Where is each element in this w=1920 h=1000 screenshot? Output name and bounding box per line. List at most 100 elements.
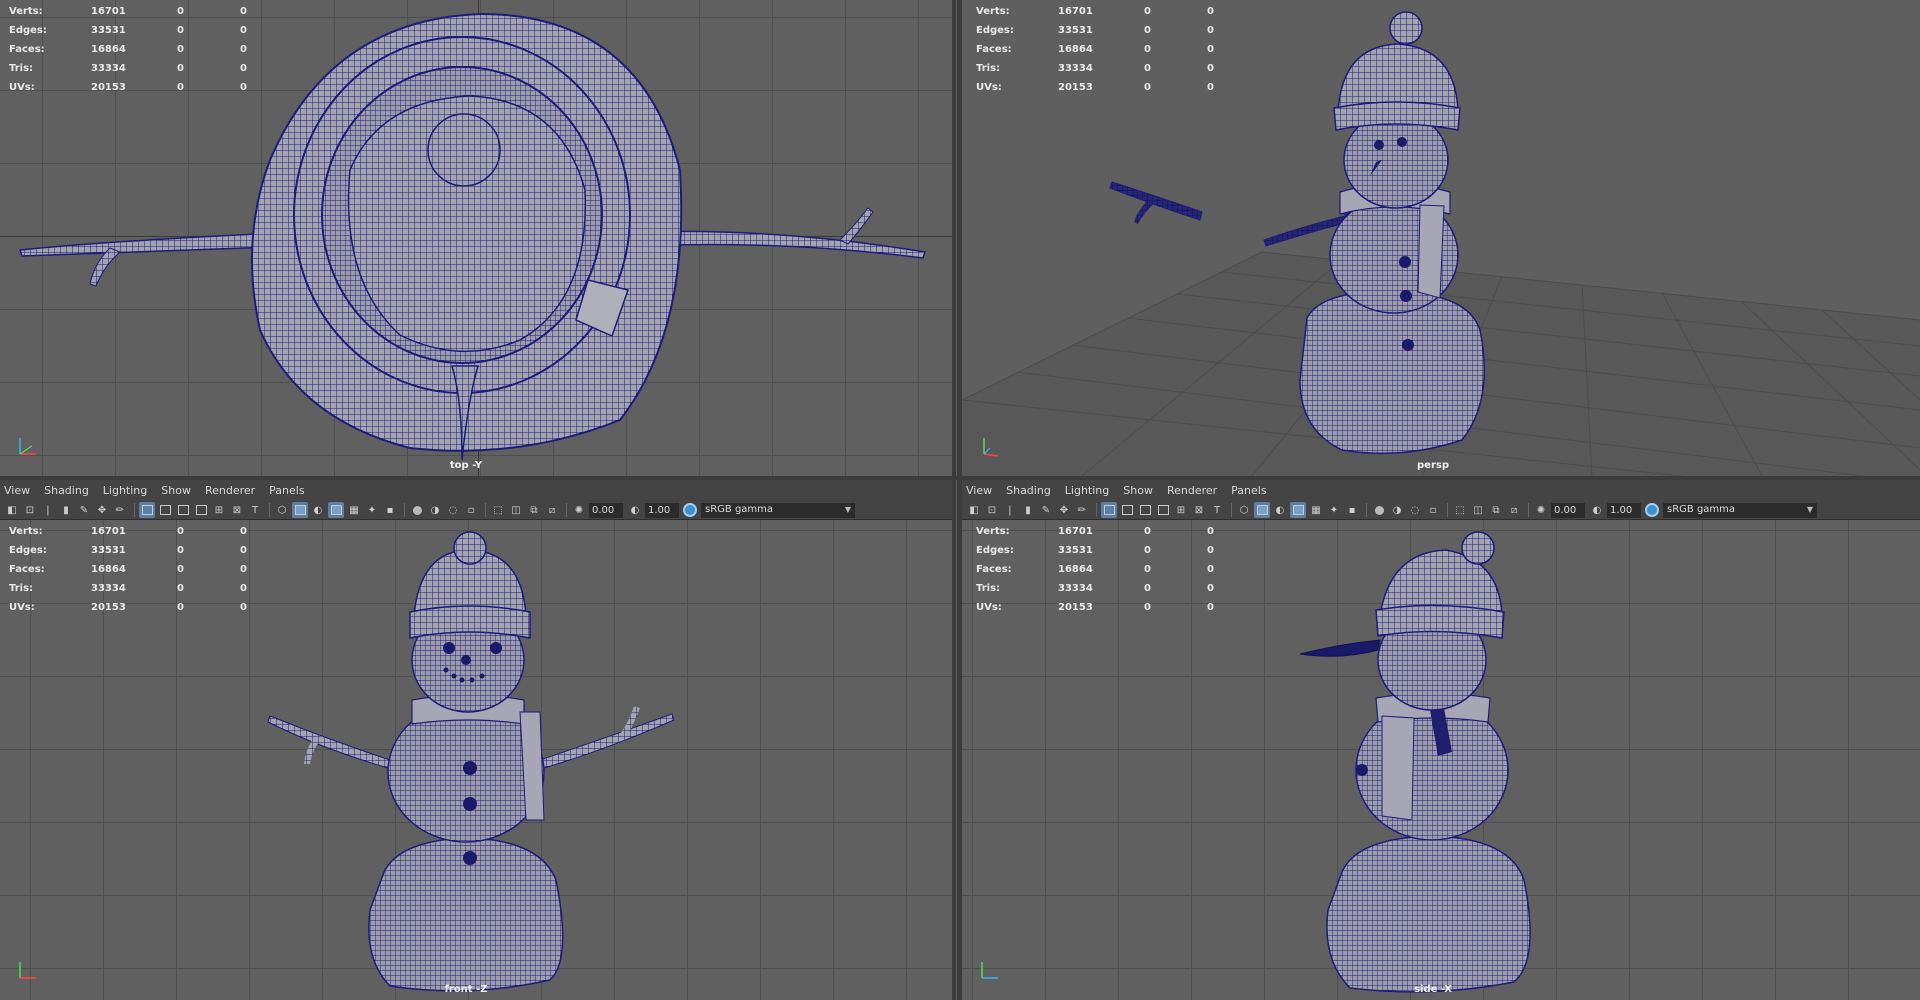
- safe-title-icon[interactable]: T: [247, 502, 263, 518]
- gate-mask-icon[interactable]: [1155, 502, 1171, 518]
- menu-lighting[interactable]: Lighting: [103, 484, 147, 497]
- menu-show[interactable]: Show: [161, 484, 191, 497]
- xray-joints-icon[interactable]: ⧉: [526, 502, 542, 518]
- smooth-shade-icon[interactable]: [292, 502, 308, 518]
- multisample-aa-icon[interactable]: ◌: [445, 502, 461, 518]
- xray-joints-icon[interactable]: ⧉: [1488, 502, 1504, 518]
- panel-toolbar-side: View Shading Lighting Show Renderer Pane…: [962, 480, 1920, 520]
- menu-view[interactable]: View: [966, 484, 992, 497]
- motion-blur-icon[interactable]: ◑: [427, 502, 443, 518]
- lights-icon[interactable]: ✦: [1326, 502, 1342, 518]
- color-management-icon[interactable]: [683, 503, 697, 517]
- menu-shading[interactable]: Shading: [1006, 484, 1051, 497]
- motion-blur-icon[interactable]: ◑: [1389, 502, 1405, 518]
- image-plane-icon[interactable]: ▮: [58, 502, 74, 518]
- viewport-persp[interactable]: Verts: 16701 0 0 Edges: 33531 0 0 Faces: 16864 0…: [962, 0, 1920, 476]
- grease-pencil-icon[interactable]: ✎: [76, 502, 92, 518]
- viewport-front[interactable]: Verts: 16701 0 0 Edges: 33531 0 0 Faces: 16864 0…: [0, 520, 952, 1000]
- viewport-side[interactable]: Verts: 16701 0 0 Edges: 33531 0 0 Faces: 16864 0…: [962, 520, 1920, 1000]
- default-material-icon[interactable]: ◐: [310, 502, 326, 518]
- panel-icon-bar: ◧ ⊡ ❘ ▮ ✎ ✥ ✏ ⊞ ⊠ T ⬡ ◐ ▦ ✦ ▪ ◑ ◌ ▫ ⬚ ◫ …: [962, 500, 1920, 520]
- xray-icon[interactable]: ◫: [1470, 502, 1486, 518]
- exposure-icon[interactable]: ✺: [571, 502, 587, 518]
- camera-select-icon[interactable]: ◧: [966, 502, 982, 518]
- gate-mask-icon[interactable]: [193, 502, 209, 518]
- menu-shading[interactable]: Shading: [44, 484, 89, 497]
- bookmark-icon[interactable]: ❘: [1002, 502, 1018, 518]
- camera-label: front -Z: [444, 984, 488, 995]
- screen-space-ao-icon[interactable]: [1371, 502, 1387, 518]
- axis-gizmo-icon: [19, 438, 36, 455]
- menu-renderer[interactable]: Renderer: [205, 484, 255, 497]
- smooth-shade-icon[interactable]: [1254, 502, 1270, 518]
- wireframe-on-shaded-icon[interactable]: [1290, 502, 1306, 518]
- camera-label: side -X: [1414, 984, 1452, 995]
- default-material-icon[interactable]: ◐: [1272, 502, 1288, 518]
- camera-attributes-icon[interactable]: ⊡: [22, 502, 38, 518]
- field-chart-icon[interactable]: ⊞: [1173, 502, 1189, 518]
- wireframe-on-shaded-icon[interactable]: [328, 502, 344, 518]
- menu-lighting[interactable]: Lighting: [1065, 484, 1109, 497]
- menu-panels[interactable]: Panels: [269, 484, 304, 497]
- chevron-down-icon: ▼: [844, 504, 851, 514]
- grid-toggle-icon[interactable]: [1101, 502, 1117, 518]
- 2d-pan-zoom-icon[interactable]: ✥: [94, 502, 110, 518]
- isolate-select-icon[interactable]: ⬚: [490, 502, 506, 518]
- multisample-aa-icon[interactable]: ◌: [1407, 502, 1423, 518]
- safe-action-icon[interactable]: ⊠: [229, 502, 245, 518]
- grease-pencil-icon[interactable]: ✎: [1038, 502, 1054, 518]
- 2d-pan-zoom-icon[interactable]: ✥: [1056, 502, 1072, 518]
- axis-gizmo-icon: [983, 438, 999, 457]
- gamma-icon[interactable]: ◐: [627, 502, 643, 518]
- viewport-splitter-vertical[interactable]: [952, 0, 962, 1000]
- resolution-gate-icon[interactable]: [1137, 502, 1153, 518]
- view-transform-dropdown[interactable]: sRGB gamma ▼: [701, 502, 855, 518]
- gamma-icon[interactable]: ◐: [1589, 502, 1605, 518]
- safe-title-icon[interactable]: T: [1209, 502, 1225, 518]
- field-chart-icon[interactable]: ⊞: [211, 502, 227, 518]
- axis-gizmo-icon: [981, 962, 998, 979]
- xray-components-icon[interactable]: ⧄: [544, 502, 560, 518]
- poly-count-hud: Verts: 16701 0 0 Edges: 33531 0 0 Faces: 16864 0…: [9, 526, 247, 613]
- depth-of-field-icon[interactable]: ▫: [463, 502, 479, 518]
- resolution-gate-icon[interactable]: [175, 502, 191, 518]
- gamma-input[interactable]: [645, 502, 679, 518]
- wireframe-icon[interactable]: ⬡: [274, 502, 290, 518]
- depth-of-field-icon[interactable]: ▫: [1425, 502, 1441, 518]
- pencil-icon[interactable]: ✏: [1074, 502, 1090, 518]
- grid-toggle-icon[interactable]: [139, 502, 155, 518]
- panel-menu-bar: View Shading Lighting Show Renderer Pane…: [0, 480, 952, 500]
- shadows-icon[interactable]: ▪: [1344, 502, 1360, 518]
- camera-label: persp: [1417, 460, 1449, 471]
- exposure-icon[interactable]: ✺: [1533, 502, 1549, 518]
- isolate-select-icon[interactable]: ⬚: [1452, 502, 1468, 518]
- menu-view[interactable]: View: [4, 484, 30, 497]
- bookmark-icon[interactable]: ❘: [40, 502, 56, 518]
- wireframe-icon[interactable]: ⬡: [1236, 502, 1252, 518]
- camera-attributes-icon[interactable]: ⊡: [984, 502, 1000, 518]
- shadows-icon[interactable]: ▪: [382, 502, 398, 518]
- textured-icon[interactable]: ▦: [1308, 502, 1324, 518]
- view-transform-dropdown[interactable]: sRGB gamma ▼: [1663, 502, 1817, 518]
- menu-show[interactable]: Show: [1123, 484, 1153, 497]
- safe-action-icon[interactable]: ⊠: [1191, 502, 1207, 518]
- axis-gizmo-icon: [19, 962, 36, 979]
- pencil-icon[interactable]: ✏: [112, 502, 128, 518]
- xray-icon[interactable]: ◫: [508, 502, 524, 518]
- screen-space-ao-icon[interactable]: [409, 502, 425, 518]
- textured-icon[interactable]: ▦: [346, 502, 362, 518]
- image-plane-icon[interactable]: ▮: [1020, 502, 1036, 518]
- film-gate-icon[interactable]: [157, 502, 173, 518]
- exposure-input[interactable]: [589, 502, 623, 518]
- viewport-top[interactable]: Verts: 16701 0 0 Edges: 33531 0 0 Faces: 16864 0…: [0, 0, 952, 476]
- exposure-input[interactable]: [1551, 502, 1585, 518]
- xray-components-icon[interactable]: ⧄: [1506, 502, 1522, 518]
- camera-select-icon[interactable]: ◧: [4, 502, 20, 518]
- poly-count-hud: Verts: 16701 0 0 Edges: 33531 0 0 Faces: 16864 0…: [9, 6, 247, 93]
- gamma-input[interactable]: [1607, 502, 1641, 518]
- menu-panels[interactable]: Panels: [1231, 484, 1266, 497]
- color-management-icon[interactable]: [1645, 503, 1659, 517]
- lights-icon[interactable]: ✦: [364, 502, 380, 518]
- film-gate-icon[interactable]: [1119, 502, 1135, 518]
- menu-renderer[interactable]: Renderer: [1167, 484, 1217, 497]
